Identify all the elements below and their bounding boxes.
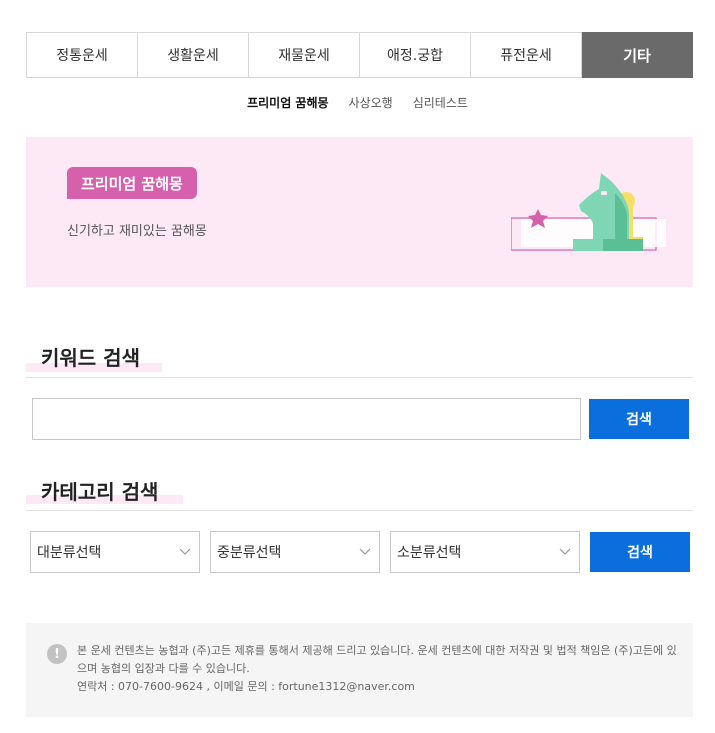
chevron-down-icon [359,548,371,555]
major-category-select[interactable]: 대분류선택 [30,531,200,573]
tab-wealth[interactable]: 재물운세 [249,32,360,78]
divider [26,377,693,378]
subtab-four-elements[interactable]: 사상오행 [349,94,393,111]
notice-box: ! 본 운세 컨텐츠는 농협과 (주)고든 제휴를 통해서 제공해 드리고 있습… [26,623,693,717]
subtab-premium-dream[interactable]: 프리미엄 꿈해몽 [247,94,328,111]
minor-category-select[interactable]: 소분류선택 [390,531,580,573]
select-value: 소분류선택 [397,545,462,561]
tab-etc[interactable]: 기타 [582,32,693,78]
sub-tabs: 프리미엄 꿈해몽 사상오행 심리테스트 [0,94,715,111]
chevron-down-icon [559,548,571,555]
subtab-psych-test[interactable]: 심리테스트 [413,94,468,111]
divider [26,510,693,511]
category-tabs: 정통운세 생활운세 재물운세 애정.궁합 퓨전운세 기타 [26,32,693,78]
exclamation-icon: ! [47,644,67,664]
banner-badge: 프리미엄 꿈해몽 [67,167,197,199]
chevron-down-icon [179,548,191,555]
tab-fusion[interactable]: 퓨전운세 [471,32,582,78]
category-search-button[interactable]: 검색 [590,532,690,572]
middle-category-select[interactable]: 중분류선택 [210,531,380,573]
notice-text: 본 운세 컨텐츠는 농협과 (주)고든 제휴를 통해서 제공해 드리고 있습니다… [77,642,677,696]
banner-description: 신기하고 재미있는 꿈해몽 [67,224,207,239]
select-value: 대분류선택 [37,545,102,561]
category-search-title: 카테고리 검색 [41,480,159,504]
keyword-input[interactable] [32,398,581,440]
chess-knight-icon [511,173,666,251]
select-value: 중분류선택 [217,545,282,561]
tab-love[interactable]: 애정.궁합 [360,32,471,78]
keyword-search-title: 키워드 검색 [41,346,140,370]
keyword-search-button[interactable]: 검색 [589,399,689,439]
tab-life[interactable]: 생활운세 [138,32,249,78]
notice-contact: 연락처 : 070-7600-9624 , 이메일 문의 : fortune13… [77,680,415,693]
tab-traditional[interactable]: 정통운세 [26,32,138,78]
notice-line: 본 운세 컨텐츠는 농협과 (주)고든 제휴를 통해서 제공해 드리고 있습니다… [77,644,677,675]
premium-dream-banner: 프리미엄 꿈해몽 신기하고 재미있는 꿈해몽 [26,137,693,287]
